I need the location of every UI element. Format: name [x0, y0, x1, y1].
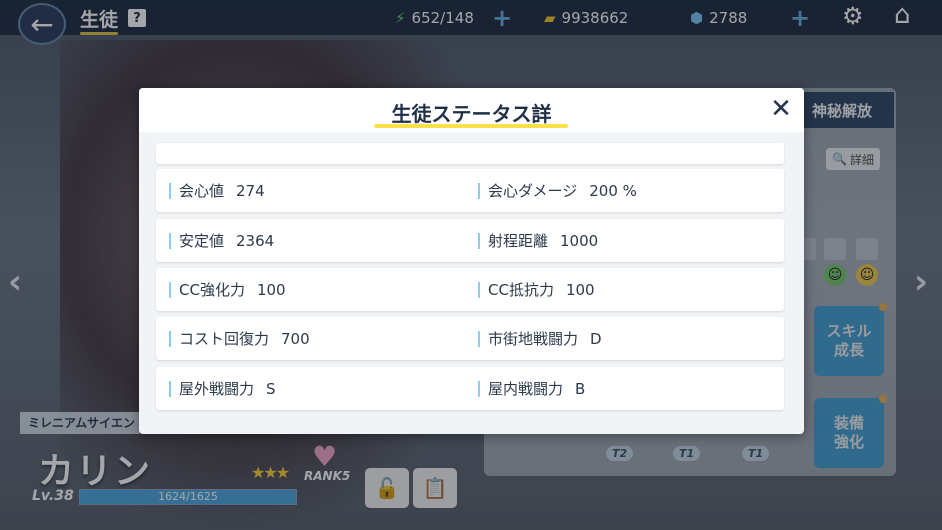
label-bar [169, 380, 171, 397]
label-bar [478, 182, 480, 199]
stat-value: S [266, 379, 276, 398]
label-bar [169, 232, 171, 249]
stat-label: 屋内戦闘力 [488, 380, 564, 398]
stat-value: 2364 [236, 231, 275, 250]
stat-value: D [590, 329, 602, 348]
stat-value: 1000 [560, 231, 599, 250]
stat-cell: コスト回復力 700 [169, 317, 310, 360]
label-bar [478, 380, 480, 397]
stat-cell: 会心値 274 [169, 169, 265, 212]
close-icon: ✕ [770, 94, 792, 124]
stat-value: 100 [565, 280, 595, 299]
stat-cell: 市街地戦闘力 D [478, 317, 602, 360]
list-item-partial [156, 143, 784, 164]
stat-value: 100 [256, 280, 286, 299]
stat-cell: 屋内戦闘力 B [478, 367, 585, 410]
status-detail-modal: 生徒ステータス詳 ✕ 会心値 274 会心ダメージ 200 % 安定値 2364 射程… [139, 88, 804, 434]
label-bar [478, 281, 480, 298]
table-row: 屋外戦闘力 S 屋内戦闘力 B [156, 367, 784, 410]
title-underline [374, 124, 568, 128]
stat-value: B [575, 379, 586, 398]
table-row: コスト回復力 700 市街地戦闘力 D [156, 317, 784, 360]
stat-cell: CC強化力 100 [169, 268, 286, 311]
stat-label: 会心値 [179, 182, 225, 200]
label-bar [478, 232, 480, 249]
stat-label: CC強化力 [179, 281, 245, 299]
stat-value: 700 [281, 329, 310, 348]
stat-cell: 安定値 2364 [169, 219, 274, 262]
stat-label: 屋外戦闘力 [179, 380, 255, 398]
stat-cell: 会心ダメージ 200 % [478, 169, 637, 212]
stat-cell: CC抵抗力 100 [478, 268, 595, 311]
stat-label: CC抵抗力 [488, 281, 554, 299]
stat-value: 200 % [589, 181, 637, 200]
stat-label: 会心ダメージ [488, 182, 578, 200]
stat-cell: 射程距離 1000 [478, 219, 598, 262]
close-button[interactable]: ✕ [765, 93, 797, 125]
stat-cell: 屋外戦闘力 S [169, 367, 276, 410]
stat-label: 射程距離 [488, 232, 549, 250]
stat-value: 274 [236, 181, 265, 200]
table-row: 会心値 274 会心ダメージ 200 % [156, 169, 784, 212]
label-bar [169, 182, 171, 199]
table-row: CC強化力 100 CC抵抗力 100 [156, 268, 784, 311]
label-bar [478, 330, 480, 347]
stat-label: コスト回復力 [179, 330, 270, 348]
modal-title: 生徒ステータス詳 [391, 102, 552, 126]
table-row: 安定値 2364 射程距離 1000 [156, 219, 784, 262]
label-bar [169, 330, 171, 347]
stat-label: 安定値 [179, 232, 225, 250]
stat-label: 市街地戦闘力 [488, 330, 579, 348]
label-bar [169, 281, 171, 298]
